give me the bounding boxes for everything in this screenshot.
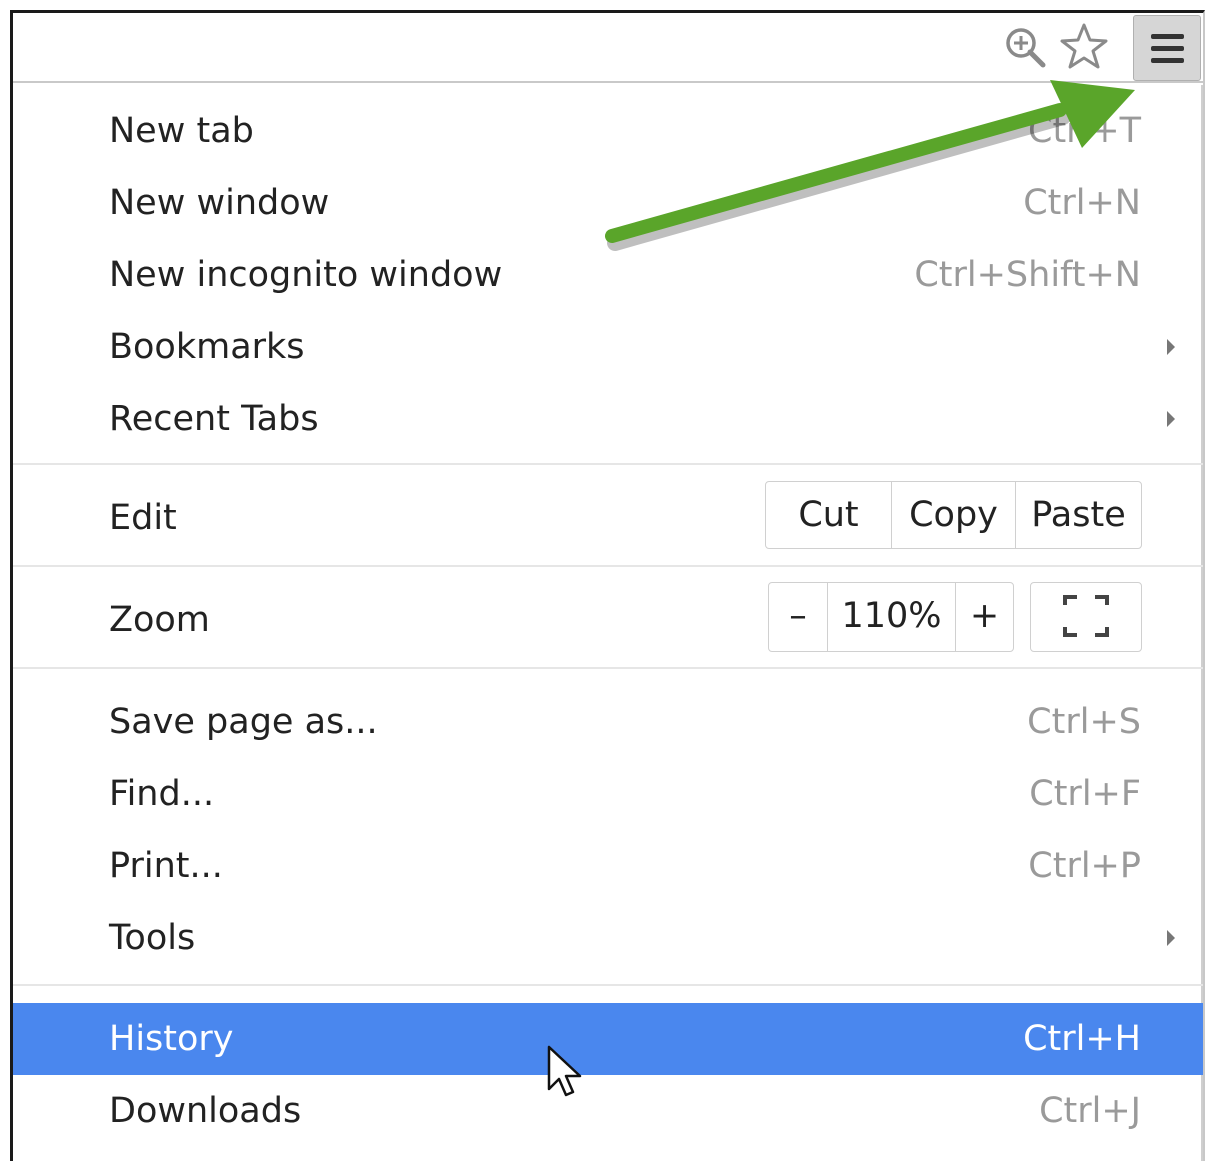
menu-item-shortcut: Ctrl+F <box>1029 774 1141 814</box>
menu-item-label: New window <box>109 183 330 223</box>
star-icon[interactable] <box>1058 21 1110 73</box>
menu-item-history[interactable]: History Ctrl+H <box>13 1003 1203 1075</box>
submenu-arrow-icon <box>1167 339 1175 355</box>
menu-divider <box>13 463 1203 465</box>
menu-item-downloads[interactable]: Downloads Ctrl+J <box>13 1075 1203 1147</box>
submenu-arrow-icon <box>1167 930 1175 946</box>
cut-button[interactable]: Cut <box>766 482 891 548</box>
mouse-cursor-icon <box>547 1045 582 1097</box>
menu-item-label: Tools <box>109 918 196 958</box>
fullscreen-button[interactable] <box>1030 582 1142 652</box>
menu-row-zoom: Zoom <box>13 584 1203 656</box>
menu-item-print[interactable]: Print... Ctrl+P <box>13 830 1203 902</box>
menu-divider <box>13 667 1203 669</box>
menu-item-tools[interactable]: Tools <box>13 902 1203 974</box>
zoom-icon[interactable] <box>1003 25 1047 69</box>
menu-item-label: New incognito window <box>109 255 503 295</box>
menu-divider <box>13 565 1203 567</box>
zoom-level-value: 110% <box>827 583 955 651</box>
menu-item-label: Bookmarks <box>109 327 305 367</box>
copy-button[interactable]: Copy <box>891 482 1015 548</box>
edit-label: Edit <box>109 498 177 538</box>
menu-divider <box>13 984 1203 986</box>
zoom-label: Zoom <box>109 600 210 640</box>
paste-button[interactable]: Paste <box>1015 482 1141 548</box>
menu-item-label: Downloads <box>109 1091 302 1131</box>
menu-item-shortcut: Ctrl+S <box>1027 702 1141 742</box>
menu-item-save-page-as[interactable]: Save page as... Ctrl+S <box>13 686 1203 758</box>
menu-item-find[interactable]: Find... Ctrl+F <box>13 758 1203 830</box>
edit-button-group: Cut Copy Paste <box>765 481 1142 549</box>
zoom-control-group: – 110% + <box>768 582 1014 652</box>
menu-item-label: Print... <box>109 846 223 886</box>
annotation-arrow-icon <box>605 80 1135 251</box>
zoom-in-button[interactable]: + <box>955 583 1013 651</box>
fullscreen-icon <box>1063 595 1109 637</box>
menu-item-label: Find... <box>109 774 215 814</box>
zoom-out-button[interactable]: – <box>769 583 827 651</box>
menu-item-shortcut: Ctrl+P <box>1028 846 1141 886</box>
menu-item-label: Recent Tabs <box>109 399 319 439</box>
submenu-arrow-icon <box>1167 411 1175 427</box>
menu-item-label: New tab <box>109 111 254 151</box>
menu-item-bookmarks[interactable]: Bookmarks <box>13 311 1203 383</box>
menu-item-label: History <box>109 1019 234 1059</box>
menu-item-label: Save page as... <box>109 702 378 742</box>
menu-item-shortcut: Ctrl+J <box>1039 1091 1141 1131</box>
menu-item-shortcut: Ctrl+H <box>1023 1019 1141 1059</box>
menu-item-recent-tabs[interactable]: Recent Tabs <box>13 383 1203 455</box>
